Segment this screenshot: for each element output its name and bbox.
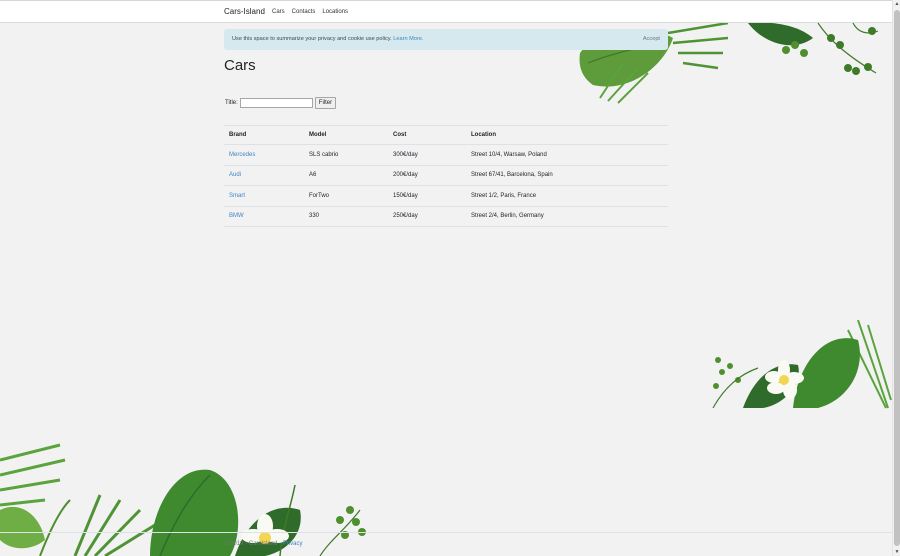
scroll-up-arrow-icon[interactable]: ▲ <box>893 0 900 8</box>
top-navbar: Cars-Island Cars Contacts Locations <box>0 0 892 23</box>
cookie-learn-more-link[interactable]: Learn More. <box>393 36 423 42</box>
cookie-accept-button[interactable]: Accept <box>643 36 660 42</box>
brand-cell: Mercedes <box>224 144 304 166</box>
model-cell: SLS cabrio <box>304 144 388 166</box>
page-title: Cars <box>224 57 256 74</box>
cars-table: Brand Model Cost Location Mercedes SLS c… <box>224 125 668 227</box>
cost-cell: 150€/day <box>388 185 466 207</box>
footer-privacy-link[interactable]: Privacy <box>283 541 303 547</box>
footer-text: © 2019 - CarsIsland - Privacy <box>224 541 302 547</box>
location-cell: Street 10/4, Warsaw, Poland <box>466 144 668 166</box>
cookie-message-text: Use this space to summarize your privacy… <box>232 36 392 42</box>
car-brand-link[interactable]: Audi <box>229 172 241 178</box>
location-cell: Street 2/4, Berlin, Germany <box>466 206 668 227</box>
navbar-links: Cars Contacts Locations <box>272 9 348 15</box>
cost-cell: 300€/day <box>388 144 466 166</box>
filter-button[interactable]: Filter <box>314 97 337 109</box>
cookie-message: Use this space to summarize your privacy… <box>232 36 423 42</box>
brand-cell: Audi <box>224 165 304 186</box>
table-row: Smart ForTwo 150€/day Street 1/2, Paris,… <box>224 185 668 207</box>
car-brand-link[interactable]: Mercedes <box>229 152 255 158</box>
table-row: Audi A6 200€/day Street 67/41, Barcelona… <box>224 165 668 186</box>
cost-cell: 250€/day <box>388 206 466 227</box>
table-row: Mercedes SLS cabrio 300€/day Street 10/4… <box>224 144 668 166</box>
model-cell: ForTwo <box>304 185 388 207</box>
brand-cell: BMW <box>224 206 304 227</box>
brand-cell: Smart <box>224 185 304 207</box>
filter-title-label: Title: <box>225 100 238 106</box>
location-cell: Street 67/41, Barcelona, Spain <box>466 165 668 186</box>
navbar-brand-link[interactable]: Cars-Island <box>224 7 265 16</box>
model-cell: 330 <box>304 206 388 227</box>
cost-cell: 200€/day <box>388 165 466 186</box>
table-row: BMW 330 250€/day Street 2/4, Berlin, Ger… <box>224 206 668 227</box>
location-cell: Street 1/2, Paris, France <box>466 185 668 207</box>
scrollbar-thumb[interactable] <box>894 10 900 546</box>
nav-link-cars[interactable]: Cars <box>272 9 285 15</box>
nav-link-contacts[interactable]: Contacts <box>292 9 316 15</box>
column-header-model: Model <box>304 125 388 145</box>
page-footer: © 2019 - CarsIsland - Privacy <box>0 532 892 556</box>
model-cell: A6 <box>304 165 388 186</box>
nav-link-locations[interactable]: Locations <box>322 9 348 15</box>
car-brand-link[interactable]: Smart <box>229 193 245 199</box>
car-brand-link[interactable]: BMW <box>229 213 244 219</box>
page: Cars-Island Cars Contacts Locations Use … <box>0 0 892 556</box>
column-header-location: Location <box>466 125 668 145</box>
cookie-consent-banner: Use this space to summarize your privacy… <box>224 29 668 50</box>
column-header-brand: Brand <box>224 125 304 145</box>
column-header-cost: Cost <box>388 125 466 145</box>
footer-copyright: © 2019 - CarsIsland - <box>224 541 283 547</box>
filter-form: Title: Filter <box>225 97 337 109</box>
right-foliage-image <box>712 320 892 409</box>
vertical-scrollbar[interactable]: ▲ ▼ <box>892 0 900 556</box>
filter-title-input[interactable] <box>239 98 313 108</box>
table-header-row: Brand Model Cost Location <box>224 125 668 145</box>
scroll-down-arrow-icon[interactable]: ▼ <box>893 548 900 556</box>
